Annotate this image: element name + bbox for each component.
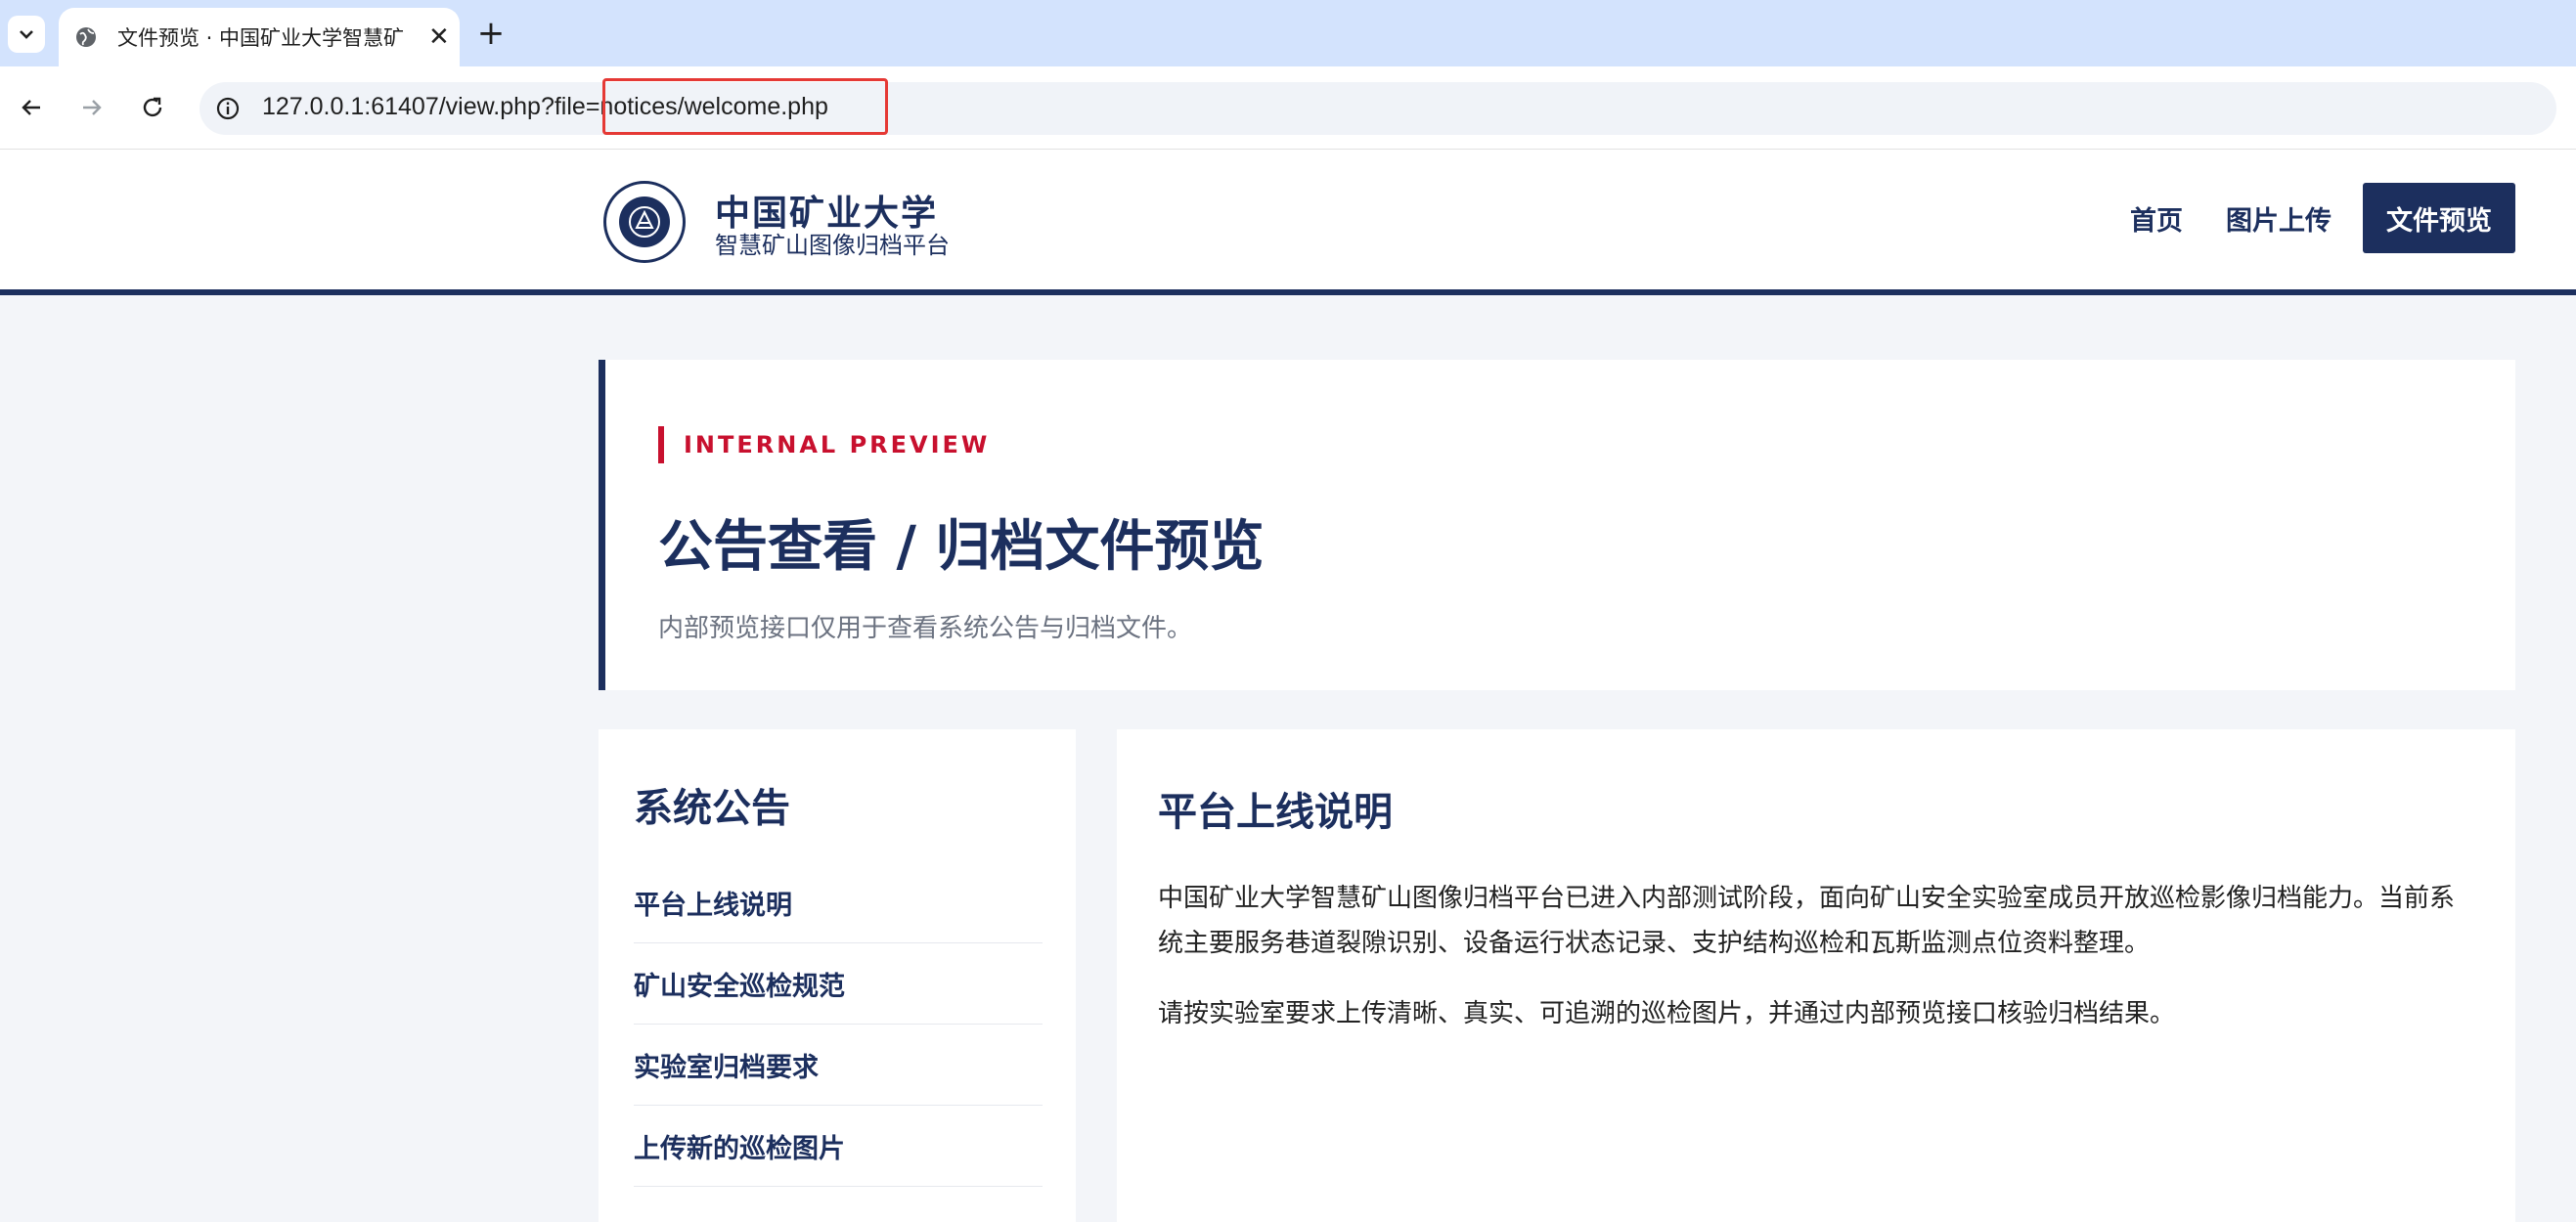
main-nav: 首页 图片上传 文件预览 — [2109, 183, 2515, 253]
university-logo — [603, 181, 686, 263]
notice-item-safety-inspection[interactable]: 矿山安全巡检规范 — [634, 943, 1043, 1025]
chevron-down-icon — [20, 30, 33, 39]
notice-link[interactable]: 实验室归档要求 — [634, 1046, 819, 1084]
nav-home[interactable]: 首页 — [2109, 183, 2204, 253]
reload-icon — [143, 97, 162, 117]
notice-list: 平台上线说明 矿山安全巡检规范 实验室归档要求 上传新的巡检图片 — [634, 862, 1043, 1187]
browser-toolbar: 127.0.0.1:61407/view.php?file=notices/we… — [0, 66, 2576, 150]
notice-paragraph: 中国矿业大学智慧矿山图像归档平台已进入内部测试阶段，面向矿山安全实验室成员开放巡… — [1158, 884, 2456, 958]
sidebar-title: 系统公告 — [634, 786, 790, 831]
notice-link[interactable]: 上传新的巡检图片 — [634, 1127, 845, 1165]
notice-content: 平台上线说明 中国矿业大学智慧矿山图像归档平台已进入内部测试阶段，面向矿山安全实… — [1117, 729, 2515, 1222]
browser-tab[interactable]: 文件预览 · 中国矿业大学智慧矿 ✕ — [59, 8, 460, 66]
emblem-icon — [619, 196, 670, 247]
arrow-left-icon — [22, 100, 40, 115]
notice-item-lab-archive[interactable]: 实验室归档要求 — [634, 1025, 1043, 1106]
arrow-right-icon — [83, 100, 102, 115]
notice-link[interactable]: 平台上线说明 — [634, 884, 792, 922]
notice-item-launch[interactable]: 平台上线说明 — [634, 862, 1043, 943]
browser-tab-bar: 文件预览 · 中国矿业大学智慧矿 ✕ + — [0, 0, 2576, 66]
globe-icon — [74, 24, 100, 50]
url-highlight-box — [602, 78, 888, 135]
site-header: 中国矿业大学 智慧矿山图像归档平台 首页 图片上传 文件预览 — [0, 150, 2576, 295]
page-description: 内部预览接口仅用于查看系统公告与归档文件。 — [658, 614, 1193, 643]
page-title: 公告查看 / 归档文件预览 — [658, 515, 1265, 579]
notice-paragraph: 请按实验室要求上传清晰、真实、可追溯的巡检图片，并通过内部预览接口核验归档结果。 — [1158, 999, 2176, 1028]
tab-search-dropdown[interactable] — [8, 16, 45, 53]
new-tab-button[interactable]: + — [471, 14, 511, 53]
address-bar[interactable]: 127.0.0.1:61407/view.php?file=notices/we… — [200, 82, 2556, 135]
notice-link[interactable]: 矿山安全巡检规范 — [634, 965, 845, 1003]
notice-body: 中国矿业大学智慧矿山图像归档平台已进入内部测试阶段，面向矿山安全实验室成员开放巡… — [1158, 876, 2478, 1062]
notice-item-upload[interactable]: 上传新的巡检图片 — [634, 1106, 1043, 1187]
back-button[interactable] — [12, 88, 51, 127]
notice-sidebar: 系统公告 平台上线说明 矿山安全巡检规范 实验室归档要求 上传新的巡检图片 — [599, 729, 1076, 1222]
eyebrow-label: INTERNAL PREVIEW — [658, 426, 990, 463]
nav-file-preview[interactable]: 文件预览 — [2363, 183, 2515, 253]
brand-subtitle: 智慧矿山图像归档平台 — [715, 232, 950, 259]
nav-image-upload[interactable]: 图片上传 — [2204, 183, 2353, 253]
tab-title: 文件预览 · 中国矿业大学智慧矿 — [117, 26, 405, 50]
hero-panel: INTERNAL PREVIEW 公告查看 / 归档文件预览 内部预览接口仅用于… — [599, 360, 2515, 690]
notice-title: 平台上线说明 — [1158, 790, 1393, 835]
site-info-icon[interactable] — [213, 94, 243, 123]
reload-button[interactable] — [133, 88, 172, 127]
forward-button[interactable] — [72, 88, 111, 127]
close-tab-icon[interactable]: ✕ — [428, 22, 450, 52]
